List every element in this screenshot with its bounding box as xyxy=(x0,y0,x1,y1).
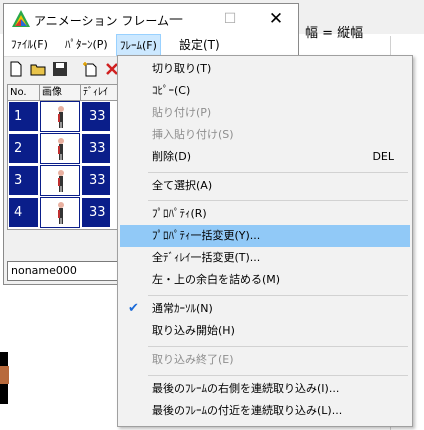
frame-number: 2 xyxy=(8,133,39,164)
frame-thumbnail xyxy=(40,165,80,196)
checkmark-icon: ✔ xyxy=(128,301,139,316)
sprite-icon xyxy=(58,202,64,224)
menu-item-label: 切り取り(T) xyxy=(152,62,212,75)
menu-item-label: 取り込み開始(H) xyxy=(152,324,235,337)
open-folder-icon[interactable] xyxy=(30,61,46,77)
menu-item-label: 最後のﾌﾚｰﾑの付近を連続取り込み(L)... xyxy=(152,404,343,417)
maximize-button[interactable]: ☐ xyxy=(208,4,252,34)
menu-item-batch-properties[interactable]: ﾌﾟﾛﾊﾟﾃｨ一括変更(Y)... xyxy=(120,225,410,247)
frame-delay: 33 xyxy=(81,197,111,228)
window-title: アニメーション フレーム xyxy=(34,14,169,28)
menu-separator xyxy=(148,375,408,376)
menu-item-label: 挿入貼り付け(S) xyxy=(152,128,234,141)
menu-frame[interactable]: ﾌﾚｰﾑ(F) xyxy=(116,34,161,56)
close-button[interactable]: ✕ xyxy=(254,4,298,34)
menu-item-label: 左・上の余白を詰める(M) xyxy=(152,273,281,286)
minimize-button[interactable]: — xyxy=(154,4,198,34)
save-icon[interactable] xyxy=(52,61,68,77)
menu-settings[interactable]: 設定(T) xyxy=(176,34,223,56)
column-header-no[interactable]: No. xyxy=(8,85,40,100)
new-file-icon[interactable] xyxy=(8,61,24,77)
menu-item-insert-paste[interactable]: 挿入貼り付け(S) xyxy=(120,124,410,146)
background-sprite-part xyxy=(0,366,9,384)
sprite-icon xyxy=(58,106,64,128)
menu-item-paste[interactable]: 貼り付け(P) xyxy=(120,102,410,124)
menu-item-label: 全ﾃﾞｨﾚｲ一括変更(T)... xyxy=(152,251,261,264)
window-titlebar[interactable]: アニメーション フレーム — ☐ ✕ xyxy=(4,4,298,34)
sprite-icon xyxy=(58,170,64,192)
frame-delay: 33 xyxy=(81,101,111,132)
frame-thumbnail xyxy=(40,101,80,132)
menu-item-label: 取り込み終了(E) xyxy=(152,353,234,366)
frame-number: 4 xyxy=(8,197,39,228)
menu-item-label: ﾌﾟﾛﾊﾟﾃｨ一括変更(Y)... xyxy=(152,229,261,242)
menu-separator xyxy=(148,200,408,201)
frame-thumbnail xyxy=(40,197,80,228)
column-header-delay[interactable]: ﾃﾞｨﾚｲ xyxy=(81,85,121,100)
menu-item-delete[interactable]: 削除(D) DEL xyxy=(120,146,410,168)
frame-delay: 33 xyxy=(81,165,111,196)
background-canvas xyxy=(0,285,120,430)
sprite-icon xyxy=(58,138,64,160)
background-app-label: 幅 = 縦幅 xyxy=(305,26,364,41)
frame-number: 3 xyxy=(8,165,39,196)
menu-item-label: ｺﾋﾟｰ(C) xyxy=(152,84,191,97)
app-icon xyxy=(12,10,30,27)
menu-item-label: 最後のﾌﾚｰﾑの右側を連続取り込み(I)... xyxy=(152,382,340,395)
menu-item-label: ﾌﾟﾛﾊﾟﾃｨ(R) xyxy=(152,207,207,220)
menu-item-end-capture[interactable]: 取り込み終了(E) xyxy=(120,349,410,371)
menu-item-label: 通常ｶｰｿﾙ(N) xyxy=(152,302,213,315)
frame-thumbnail xyxy=(40,133,80,164)
menu-item-properties[interactable]: ﾌﾟﾛﾊﾟﾃｨ(R) xyxy=(120,203,410,225)
menu-item-trim-margins[interactable]: 左・上の余白を詰める(M) xyxy=(120,269,410,291)
frame-number: 1 xyxy=(8,101,39,132)
background-sprite-part xyxy=(0,352,8,366)
menu-item-label: 削除(D) xyxy=(152,150,192,163)
menu-bar: ﾌｧｲﾙ(F) ﾊﾟﾀｰﾝ(P) ﾌﾚｰﾑ(F) 設定(T) xyxy=(4,34,298,57)
menu-item-start-capture[interactable]: 取り込み開始(H) xyxy=(120,320,410,342)
menu-item-label: 全て選択(A) xyxy=(152,179,213,192)
menu-item-batch-delay[interactable]: 全ﾃﾞｨﾚｲ一括変更(T)... xyxy=(120,247,410,269)
menu-item-normal-cursor[interactable]: ✔ 通常ｶｰｿﾙ(N) xyxy=(120,298,410,320)
column-header-image[interactable]: 画像 xyxy=(40,85,81,100)
menu-file[interactable]: ﾌｧｲﾙ(F) xyxy=(8,34,51,56)
menu-item-capture-near[interactable]: 最後のﾌﾚｰﾑの付近を連続取り込み(L)... xyxy=(120,400,410,422)
frame-delay: 33 xyxy=(81,133,111,164)
menu-item-cut[interactable]: 切り取り(T) xyxy=(120,58,410,80)
menu-separator xyxy=(148,346,408,347)
menu-item-select-all[interactable]: 全て選択(A) xyxy=(120,175,410,197)
menu-item-copy[interactable]: ｺﾋﾟｰ(C) xyxy=(120,80,410,102)
new-frame-icon[interactable] xyxy=(82,61,98,77)
menu-separator xyxy=(148,295,408,296)
background-sprite-part xyxy=(0,384,8,404)
menu-pattern[interactable]: ﾊﾟﾀｰﾝ(P) xyxy=(62,34,111,56)
menu-item-capture-right[interactable]: 最後のﾌﾚｰﾑの右側を連続取り込み(I)... xyxy=(120,378,410,400)
menu-item-label: 貼り付け(P) xyxy=(152,106,212,119)
menu-item-shortcut: DEL xyxy=(372,150,394,163)
menu-separator xyxy=(148,172,408,173)
frame-context-menu: 切り取り(T) ｺﾋﾟｰ(C) 貼り付け(P) 挿入貼り付け(S) 削除(D) … xyxy=(117,55,413,427)
